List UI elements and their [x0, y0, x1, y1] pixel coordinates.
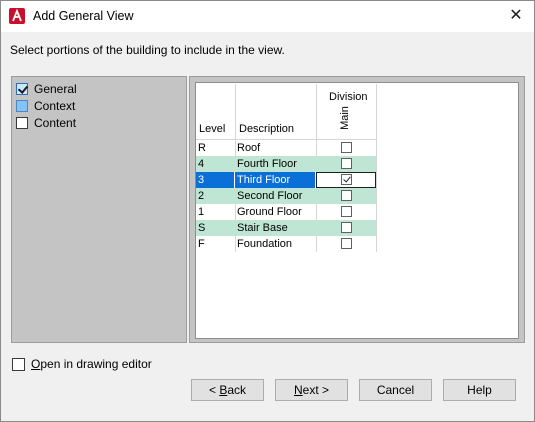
main-checkbox[interactable] — [341, 238, 352, 249]
table-row[interactable]: S Stair Base — [196, 220, 376, 236]
main-cell — [316, 204, 376, 220]
back-button[interactable]: < Back — [191, 379, 264, 401]
description-header[interactable]: Description — [239, 123, 294, 135]
tree-item-content[interactable]: Content — [16, 115, 76, 131]
description-cell: Ground Floor — [237, 206, 302, 218]
tree-item-label: Content — [34, 116, 77, 130]
main-cell — [316, 236, 376, 252]
close-icon[interactable]: ✕ — [506, 6, 526, 26]
open-in-drawing-editor-option[interactable]: Open in drawing editor — [12, 357, 152, 371]
level-cell: S — [198, 222, 206, 234]
table-row[interactable]: 2 Second Floor — [196, 188, 376, 204]
context-checkbox[interactable] — [16, 100, 28, 112]
main-checkbox[interactable] — [341, 174, 352, 185]
main-cell — [316, 156, 376, 172]
general-checkbox[interactable] — [16, 83, 28, 95]
main-cell — [316, 140, 376, 156]
level-cell: 1 — [198, 206, 205, 218]
level-header[interactable]: Level — [199, 123, 225, 135]
level-cell: R — [198, 142, 206, 154]
autocad-app-icon — [9, 8, 25, 24]
tree-item-label: Context — [34, 99, 76, 113]
cancel-button[interactable]: Cancel — [359, 379, 432, 401]
instruction-text: Select portions of the building to inclu… — [10, 43, 285, 57]
description-cell: Third Floor — [235, 172, 315, 188]
tree-item-context[interactable]: Context — [16, 98, 75, 114]
help-button[interactable]: Help — [443, 379, 516, 401]
main-checkbox[interactable] — [341, 190, 352, 201]
description-cell: Stair Base — [237, 222, 288, 234]
tree-item-general[interactable]: General — [16, 81, 77, 97]
table-row[interactable]: 1 Ground Floor — [196, 204, 376, 220]
table-row[interactable]: F Foundation — [196, 236, 376, 252]
main-cell — [316, 188, 376, 204]
title-bar: Add General View ✕ — [1, 1, 534, 32]
dialog-title: Add General View — [33, 9, 134, 23]
description-cell: Roof — [237, 142, 261, 154]
open-in-editor-checkbox[interactable] — [12, 357, 25, 371]
level-cell: 2 — [198, 190, 205, 202]
open-in-editor-label: Open in drawing editor — [31, 357, 152, 371]
main-checkbox[interactable] — [341, 206, 352, 217]
next-button[interactable]: Next > — [275, 379, 348, 401]
main-column-header[interactable]: Main — [339, 106, 351, 130]
main-cell — [316, 220, 376, 236]
description-cell: Fourth Floor — [237, 158, 297, 170]
level-cell: 3 — [196, 172, 234, 188]
main-checkbox[interactable] — [341, 158, 352, 169]
division-header: Division — [329, 91, 368, 103]
description-cell: Second Floor — [237, 190, 303, 202]
tree-item-label: General — [34, 82, 77, 96]
portion-tree-panel: General Context Content — [11, 76, 187, 343]
content-checkbox[interactable] — [16, 117, 28, 129]
table-row[interactable]: 4 Fourth Floor — [196, 156, 376, 172]
table-row-selected[interactable]: 3 Third Floor — [196, 172, 376, 188]
table-row[interactable]: R Roof — [196, 140, 376, 156]
main-cell — [316, 172, 376, 188]
description-cell: Foundation — [237, 238, 293, 250]
main-checkbox[interactable] — [341, 142, 352, 153]
level-cell: 4 — [198, 158, 205, 170]
main-checkbox[interactable] — [341, 222, 352, 233]
level-cell: F — [198, 238, 205, 250]
